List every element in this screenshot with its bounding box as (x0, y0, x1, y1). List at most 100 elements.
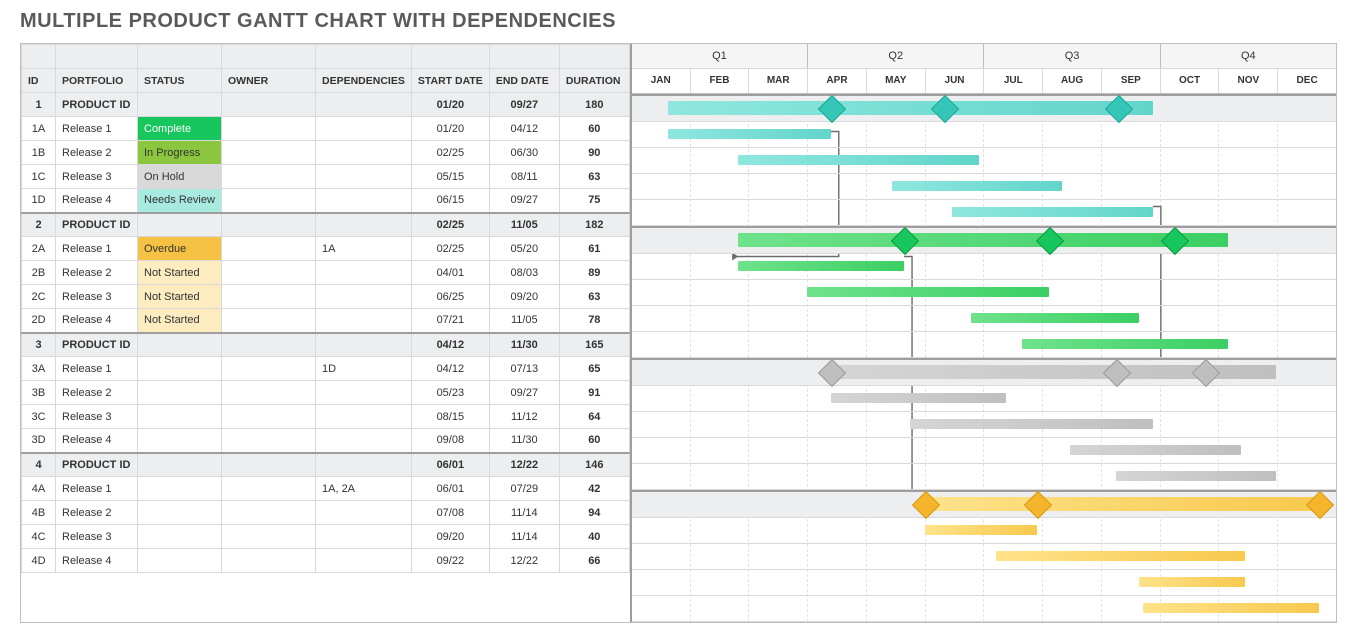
milestone-diamond-icon[interactable] (1035, 227, 1063, 255)
gantt-bar[interactable] (925, 497, 1319, 511)
cell-owner[interactable] (222, 309, 316, 333)
col-owner[interactable]: OWNER (222, 69, 316, 93)
cell-start[interactable]: 06/15 (411, 189, 489, 213)
gantt-bar[interactable] (971, 313, 1139, 323)
cell-start[interactable]: 08/15 (411, 405, 489, 429)
cell-end[interactable]: 09/27 (489, 189, 559, 213)
cell-duration[interactable]: 90 (559, 141, 629, 165)
cell-owner[interactable] (222, 405, 316, 429)
cell-status[interactable] (138, 381, 222, 405)
cell-status[interactable] (138, 213, 222, 237)
table-row[interactable]: 4ARelease 11A, 2A06/0107/2942 (22, 477, 630, 501)
table-row[interactable]: 1PRODUCT ID01/2009/27180 (22, 93, 630, 117)
cell-dependencies[interactable]: 1D (316, 357, 412, 381)
cell-dependencies[interactable] (316, 453, 412, 477)
cell-id[interactable]: 2B (22, 261, 56, 285)
cell-owner[interactable] (222, 261, 316, 285)
cell-id[interactable]: 4A (22, 477, 56, 501)
cell-id[interactable]: 1B (22, 141, 56, 165)
table-row[interactable]: 3ARelease 11D04/1207/1365 (22, 357, 630, 381)
gantt-bar[interactable] (738, 233, 1228, 247)
cell-end[interactable]: 09/27 (489, 93, 559, 117)
milestone-diamond-icon[interactable] (1024, 491, 1052, 519)
cell-id[interactable]: 3C (22, 405, 56, 429)
table-row[interactable]: 1DRelease 4Needs Review06/1509/2775 (22, 189, 630, 213)
gantt-bar[interactable] (892, 181, 1062, 191)
cell-end[interactable]: 08/03 (489, 261, 559, 285)
table-row[interactable]: 3BRelease 205/2309/2791 (22, 381, 630, 405)
gantt-bar[interactable] (996, 551, 1245, 561)
gantt-row[interactable] (632, 596, 1336, 622)
cell-portfolio[interactable]: Release 4 (56, 549, 138, 573)
gantt-bar[interactable] (952, 207, 1153, 217)
col-dependencies[interactable]: DEPENDENCIES (316, 69, 412, 93)
gantt-row[interactable] (632, 226, 1336, 254)
table-row[interactable]: 4CRelease 309/2011/1440 (22, 525, 630, 549)
cell-end[interactable]: 07/13 (489, 357, 559, 381)
table-row[interactable]: 2BRelease 2Not Started04/0108/0389 (22, 261, 630, 285)
table-row[interactable]: 3CRelease 308/1511/1264 (22, 405, 630, 429)
cell-id[interactable]: 1 (22, 93, 56, 117)
table-row[interactable]: 2ARelease 1Overdue1A02/2505/2061 (22, 237, 630, 261)
cell-end[interactable]: 11/30 (489, 429, 559, 453)
cell-end[interactable]: 06/30 (489, 141, 559, 165)
table-row[interactable]: 2PRODUCT ID02/2511/05182 (22, 213, 630, 237)
milestone-diamond-icon[interactable] (931, 95, 959, 123)
cell-dependencies[interactable] (316, 285, 412, 309)
milestone-diamond-icon[interactable] (1192, 359, 1220, 387)
gantt-row[interactable] (632, 306, 1336, 332)
table-row[interactable]: 1BRelease 2In Progress02/2506/3090 (22, 141, 630, 165)
cell-duration[interactable]: 42 (559, 477, 629, 501)
gantt-bar[interactable] (668, 101, 1152, 115)
cell-status[interactable] (138, 549, 222, 573)
gantt-row[interactable] (632, 200, 1336, 226)
cell-start[interactable]: 01/20 (411, 93, 489, 117)
cell-dependencies[interactable] (316, 189, 412, 213)
cell-id[interactable]: 1A (22, 117, 56, 141)
cell-start[interactable]: 02/25 (411, 141, 489, 165)
cell-end[interactable]: 11/14 (489, 525, 559, 549)
gantt-row[interactable] (632, 464, 1336, 490)
gantt-row[interactable] (632, 332, 1336, 358)
gantt-row[interactable] (632, 94, 1336, 122)
cell-end[interactable]: 09/27 (489, 381, 559, 405)
cell-end[interactable]: 11/30 (489, 333, 559, 357)
cell-end[interactable]: 11/12 (489, 405, 559, 429)
cell-dependencies[interactable] (316, 309, 412, 333)
cell-id[interactable]: 2D (22, 309, 56, 333)
cell-duration[interactable]: 146 (559, 453, 629, 477)
cell-id[interactable]: 3D (22, 429, 56, 453)
cell-dependencies[interactable] (316, 141, 412, 165)
table-row[interactable]: 1CRelease 3On Hold05/1508/1163 (22, 165, 630, 189)
cell-dependencies[interactable] (316, 213, 412, 237)
col-duration[interactable]: DURATION (559, 69, 629, 93)
cell-dependencies[interactable] (316, 525, 412, 549)
cell-duration[interactable]: 61 (559, 237, 629, 261)
gantt-row[interactable] (632, 122, 1336, 148)
cell-dependencies[interactable] (316, 549, 412, 573)
cell-portfolio[interactable]: Release 3 (56, 525, 138, 549)
table-row[interactable]: 4PRODUCT ID06/0112/22146 (22, 453, 630, 477)
cell-dependencies[interactable] (316, 333, 412, 357)
cell-start[interactable]: 04/12 (411, 357, 489, 381)
cell-start[interactable]: 04/01 (411, 261, 489, 285)
cell-start[interactable]: 05/23 (411, 381, 489, 405)
cell-duration[interactable]: 63 (559, 165, 629, 189)
cell-portfolio[interactable]: Release 1 (56, 117, 138, 141)
cell-dependencies[interactable] (316, 117, 412, 141)
cell-owner[interactable] (222, 141, 316, 165)
cell-id[interactable]: 2 (22, 213, 56, 237)
milestone-diamond-icon[interactable] (1105, 95, 1133, 123)
cell-owner[interactable] (222, 429, 316, 453)
col-portfolio[interactable]: PORTFOLIO (56, 69, 138, 93)
cell-dependencies[interactable] (316, 405, 412, 429)
cell-owner[interactable] (222, 525, 316, 549)
gantt-bar[interactable] (1139, 577, 1245, 587)
cell-portfolio[interactable]: Release 4 (56, 429, 138, 453)
cell-dependencies[interactable] (316, 501, 412, 525)
cell-portfolio[interactable]: Release 1 (56, 237, 138, 261)
cell-id[interactable]: 4B (22, 501, 56, 525)
col-id[interactable]: ID (22, 69, 56, 93)
cell-start[interactable]: 04/12 (411, 333, 489, 357)
gantt-bar[interactable] (910, 419, 1153, 429)
